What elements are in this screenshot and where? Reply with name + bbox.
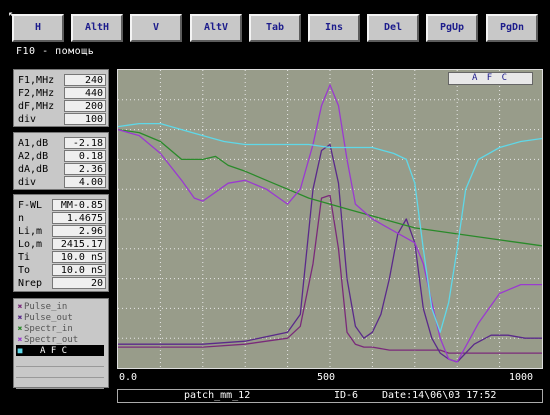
amplitude-panel: A1,dB -2.18 A2,dB 0.18 dA,dB 2.36 div 4.00 — [13, 132, 109, 190]
function-key-toolbar: H AltH V AltV Tab Ins Del PgUp PgDn — [12, 14, 542, 44]
legend-marker-icon: ✖ — [17, 324, 23, 333]
toolbar-button-del[interactable]: Del — [367, 14, 419, 42]
toolbar-button-alth[interactable]: AltH — [71, 14, 123, 42]
param-value[interactable]: 2.96 — [52, 225, 106, 237]
legend-label: Spectr_out — [24, 335, 79, 345]
toolbar-button-label: AltH — [84, 22, 110, 33]
fiber-panel-row: Li,m 2.96 — [18, 225, 106, 238]
toolbar-button-v[interactable]: V — [130, 14, 182, 42]
freq-panel-row: dF,MHz 200 — [18, 100, 106, 113]
param-value[interactable]: 10.0 nS — [52, 251, 106, 263]
frequency-panel: F1,MHz 240 F2,MHz 440 dF,MHz 200 div 100 — [13, 69, 109, 127]
param-value[interactable]: MM-0.85 — [52, 199, 106, 211]
param-value[interactable]: 1.4675 — [52, 212, 106, 224]
legend-marker-icon: ✖ — [17, 313, 23, 322]
legend-item[interactable]: ✖ Pulse_out — [16, 312, 73, 323]
fiber-panel-row: F-WL MM-0.85 — [18, 199, 106, 212]
plot-title-afc: A F C — [448, 72, 533, 85]
fiber-panel-row: n 1.4675 — [18, 212, 106, 225]
legend-item[interactable]: ■ A F C — [16, 345, 104, 356]
param-value[interactable]: 4.00 — [64, 176, 106, 188]
toolbar-button-ins[interactable]: Ins — [308, 14, 360, 42]
x-tick-label: 500 — [317, 372, 336, 383]
toolbar-button-label: Ins — [324, 22, 344, 33]
toolbar-button-altv[interactable]: AltV — [190, 14, 242, 42]
param-value[interactable]: 0.18 — [64, 150, 106, 162]
afc-plot-area[interactable]: A F C — [117, 69, 543, 369]
legend-marker-icon: ✖ — [17, 302, 23, 311]
freq-panel-row: F2,MHz 440 — [18, 87, 106, 100]
param-value[interactable]: 2415.17 — [52, 238, 106, 250]
help-hint: F10 - помощь — [16, 46, 95, 57]
toolbar-button-label: AltV — [203, 22, 229, 33]
param-value[interactable]: 240 — [64, 74, 106, 86]
ampl-panel-row: A1,dB -2.18 — [18, 137, 106, 150]
legend-item[interactable]: ✖ Spectr_out — [16, 334, 79, 345]
freq-panel-row: div 100 — [18, 113, 106, 126]
fiber-parameters-panel: F-WL MM-0.85 n 1.4675 Li,m 2.96 Lo,m 2415.17 Ti 1… — [13, 194, 109, 292]
legend-empty-slot — [16, 378, 104, 389]
param-value[interactable]: 200 — [64, 100, 106, 112]
x-axis: 0.0 500 1000 — [117, 370, 543, 386]
toolbar-button-tab[interactable]: Tab — [249, 14, 301, 42]
param-value[interactable]: 10.0 nS — [52, 264, 106, 276]
toolbar-button-label: PgUp — [439, 22, 465, 33]
freq-panel-row: F1,MHz 240 — [18, 74, 106, 87]
param-label: F1,MHz — [18, 75, 55, 86]
legend-marker-icon: ✖ — [17, 335, 23, 344]
legend-item[interactable]: ✖ Spectr_in — [16, 323, 73, 334]
param-value[interactable]: -2.18 — [64, 137, 106, 149]
toolbar-button-label: Tab — [265, 22, 285, 33]
legend-item[interactable]: ✖ Pulse_in — [16, 301, 68, 312]
param-label: F2,MHz — [18, 88, 55, 99]
param-label: A2,dB — [18, 151, 49, 162]
param-value[interactable]: 2.36 — [64, 163, 106, 175]
param-value[interactable]: 20 — [52, 277, 106, 289]
legend-label: Spectr_in — [24, 324, 73, 334]
param-value[interactable]: 100 — [64, 113, 106, 125]
legend-panel: ✖ Pulse_in ✖ Pulse_out ✖ Spectr_in ✖ Spectr_out… — [13, 298, 109, 389]
toolbar-button-pgup[interactable]: PgUp — [426, 14, 478, 42]
param-label: div — [18, 114, 37, 125]
param-label: dF,MHz — [18, 101, 55, 112]
toolbar-button-label: Del — [383, 22, 403, 33]
fiber-panel-row: Nrep 20 — [18, 277, 106, 290]
toolbar-button-label: H — [34, 22, 42, 33]
toolbar-button-h[interactable]: H — [12, 14, 64, 42]
toolbar-button-label: PgDn — [499, 22, 525, 33]
status-id: ID-6 — [334, 390, 359, 401]
fiber-panel-row: To 10.0 nS — [18, 264, 106, 277]
status-date: Date:14\06\03 17:52 — [382, 390, 497, 401]
legend-label: Pulse_out — [24, 313, 73, 323]
legend-empty-slot — [16, 356, 104, 367]
status-filename: patch_mm_12 — [184, 390, 251, 401]
param-label: A1,dB — [18, 138, 49, 149]
ampl-panel-row: A2,dB 0.18 — [18, 150, 106, 163]
legend-label: Pulse_in — [24, 302, 68, 312]
fiber-panel-row: Lo,m 2415.17 — [18, 238, 106, 251]
fiber-panel-row: Ti 10.0 nS — [18, 251, 106, 264]
legend-marker-icon: ■ — [17, 346, 23, 355]
status-bar: patch_mm_12 ID-6 Date:14\06\03 17:52 — [117, 389, 543, 403]
param-label: div — [18, 177, 37, 188]
legend-empty-slot — [16, 367, 104, 378]
x-tick-label: 1000 — [509, 372, 534, 383]
toolbar-button-label: V — [152, 22, 160, 33]
x-tick-label: 0.0 — [119, 372, 138, 383]
toolbar-button-pgdn[interactable]: PgDn — [486, 14, 538, 42]
param-value[interactable]: 440 — [64, 87, 106, 99]
param-label: dA,dB — [18, 164, 49, 175]
ampl-panel-row: dA,dB 2.36 — [18, 163, 106, 176]
series-line-pulse-out — [118, 143, 542, 363]
legend-label: A F C — [40, 346, 68, 356]
ampl-panel-row: div 4.00 — [18, 176, 106, 189]
plot-canvas — [118, 70, 542, 368]
